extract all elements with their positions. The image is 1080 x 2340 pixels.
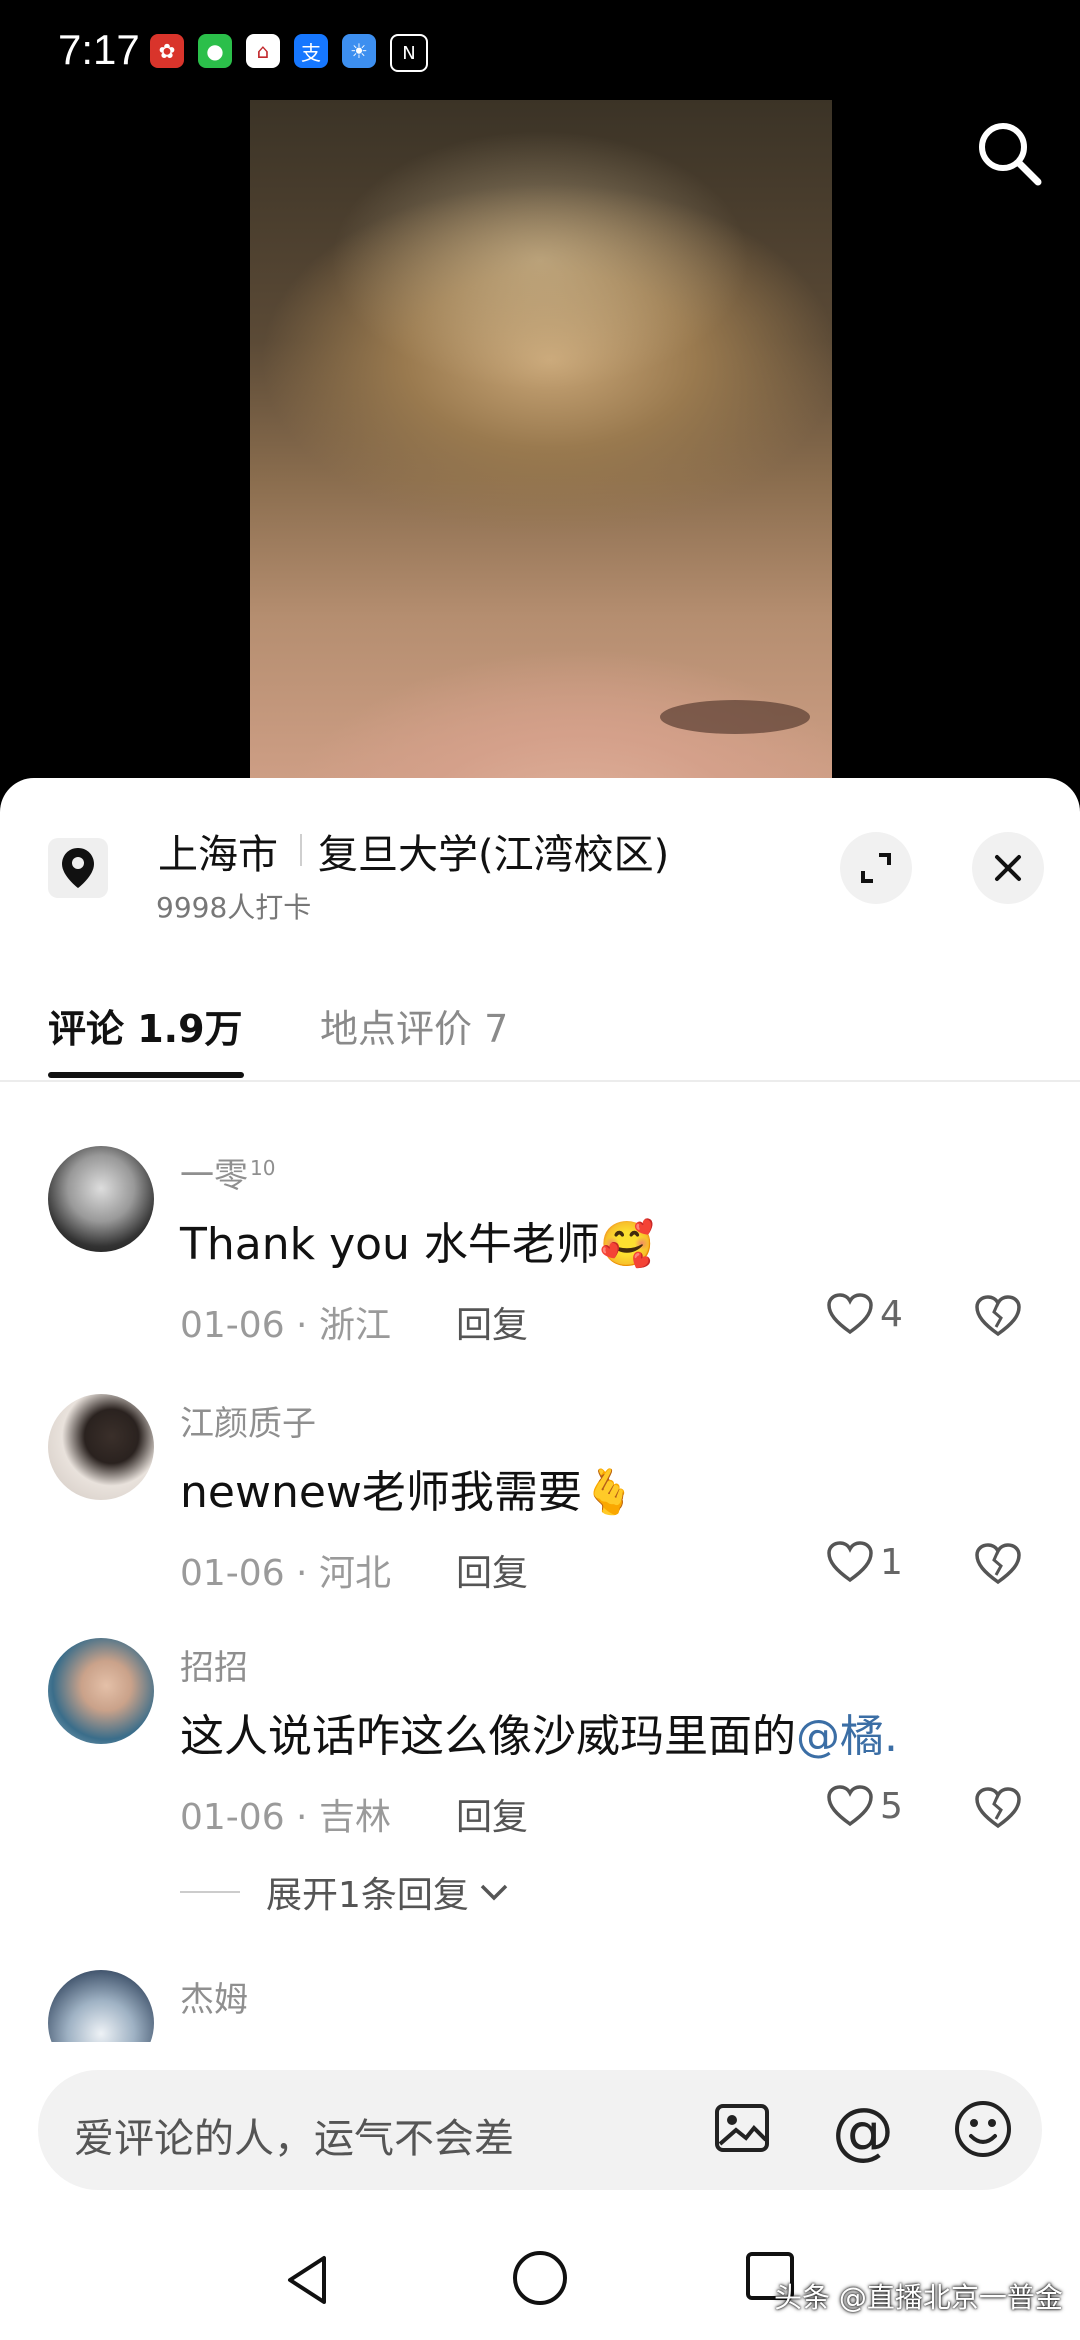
like-button[interactable]: 1 (826, 1540, 903, 1584)
finger-heart-emoji: 🫰 (581, 1467, 637, 1518)
watermark: 头条 @直播北京一普金 (774, 2281, 1063, 2314)
nav-back-button[interactable] (280, 2252, 336, 2312)
location-city[interactable]: 上海市 (158, 822, 278, 880)
video-frame[interactable] (250, 100, 832, 790)
broken-heart-icon (975, 1543, 1021, 1585)
expand-replies-button[interactable]: 展开1条回复 (180, 1866, 509, 1918)
wechat-icon: ● (198, 34, 232, 68)
comment-date-location: 01-06 · 浙江 (180, 1305, 391, 1346)
alipay-icon: 支 (294, 34, 328, 68)
close-icon (995, 855, 1021, 881)
avatar[interactable] (48, 1970, 154, 2042)
mention-button[interactable]: @ (832, 2094, 894, 2167)
home-circle-icon (513, 2251, 567, 2305)
location-pin-icon (48, 838, 108, 898)
like-button[interactable]: 5 (826, 1784, 903, 1828)
like-count: 1 (880, 1541, 903, 1583)
reply-button[interactable]: 回复 (456, 1788, 528, 1840)
comment-text: 这人说话咋这么像沙威玛里面的@橘. (180, 1711, 898, 1762)
search-icon (979, 123, 1042, 186)
nav-home-button[interactable] (508, 2246, 572, 2314)
heart-icon (827, 1785, 873, 1827)
avatar[interactable] (48, 1638, 154, 1744)
location-place[interactable]: 复旦大学(江湾校区) (318, 822, 669, 880)
expand-icon (861, 853, 891, 883)
avatar[interactable] (48, 1146, 154, 1252)
comment-date-location: 01-06 · 河北 (180, 1553, 391, 1594)
level-badge: 10 (250, 1155, 276, 1180)
comment-username[interactable]: 杰姆 (180, 1972, 248, 2021)
nfc-icon: N (390, 34, 428, 72)
close-button[interactable] (972, 832, 1044, 904)
tab-comments[interactable]: 评论 1.9万 (48, 998, 243, 1053)
comment-username[interactable]: 江颜质子 (180, 1396, 316, 1445)
avatar[interactable] (48, 1394, 154, 1500)
heart-icon (827, 1541, 873, 1583)
search-button[interactable] (974, 118, 1044, 188)
comment-text: Thank you 水牛老师🥰 (180, 1219, 655, 1270)
comment-list[interactable]: 一零 10 Thank you 水牛老师🥰 01-06 · 浙江 回复 4 江颜质… (0, 1082, 1080, 2042)
comment-username[interactable]: 一零 10 (180, 1148, 275, 1197)
comment-input[interactable]: 爱评论的人，运气不会差 (74, 2106, 514, 2164)
mention-link[interactable]: @橘. (796, 1711, 898, 1762)
comment-username[interactable]: 招招 (180, 1640, 248, 1689)
dislike-button[interactable] (974, 1542, 1022, 1590)
tab-location-reviews[interactable]: 地点评价 7 (320, 998, 508, 1053)
bank-app-icon: ⌂ (246, 34, 280, 68)
weather-icon: ☀ (342, 34, 376, 68)
status-bar: 7:17 ✿ ● ⌂ 支 ☀ N (0, 0, 1080, 100)
like-button[interactable]: 4 (826, 1292, 903, 1336)
image-picker-button[interactable] (712, 2098, 772, 2162)
emoji-button[interactable] (952, 2098, 1014, 2164)
hug-emoji: 🥰 (599, 1219, 655, 1270)
back-triangle-icon (288, 2256, 326, 2304)
image-icon (715, 2104, 769, 2152)
huawei-app-icon: ✿ (150, 34, 184, 68)
fullscreen-button[interactable] (840, 832, 912, 904)
expand-replies-label: 展开1条回复 (266, 1875, 469, 1916)
notification-icons: ✿ ● ⌂ 支 ☀ N (150, 34, 428, 72)
smiley-icon (955, 2101, 1011, 2157)
location-separator (300, 834, 302, 866)
broken-heart-icon (975, 1295, 1021, 1337)
like-count: 5 (880, 1785, 903, 1827)
reply-button[interactable]: 回复 (456, 1544, 528, 1596)
comment-text: newnew老师我需要🫰 (180, 1467, 637, 1518)
like-count: 4 (880, 1293, 903, 1335)
chevron-down-icon (480, 1884, 508, 1901)
dislike-button[interactable] (974, 1786, 1022, 1834)
active-tab-indicator (48, 1072, 244, 1078)
reply-button[interactable]: 回复 (456, 1296, 528, 1348)
comment-date-location: 01-06 · 吉林 (180, 1797, 391, 1838)
checkin-count: 9998人打卡 (156, 891, 312, 924)
heart-icon (827, 1293, 873, 1335)
broken-heart-icon (975, 1787, 1021, 1829)
status-time: 7:17 (58, 26, 140, 73)
dislike-button[interactable] (974, 1294, 1022, 1342)
